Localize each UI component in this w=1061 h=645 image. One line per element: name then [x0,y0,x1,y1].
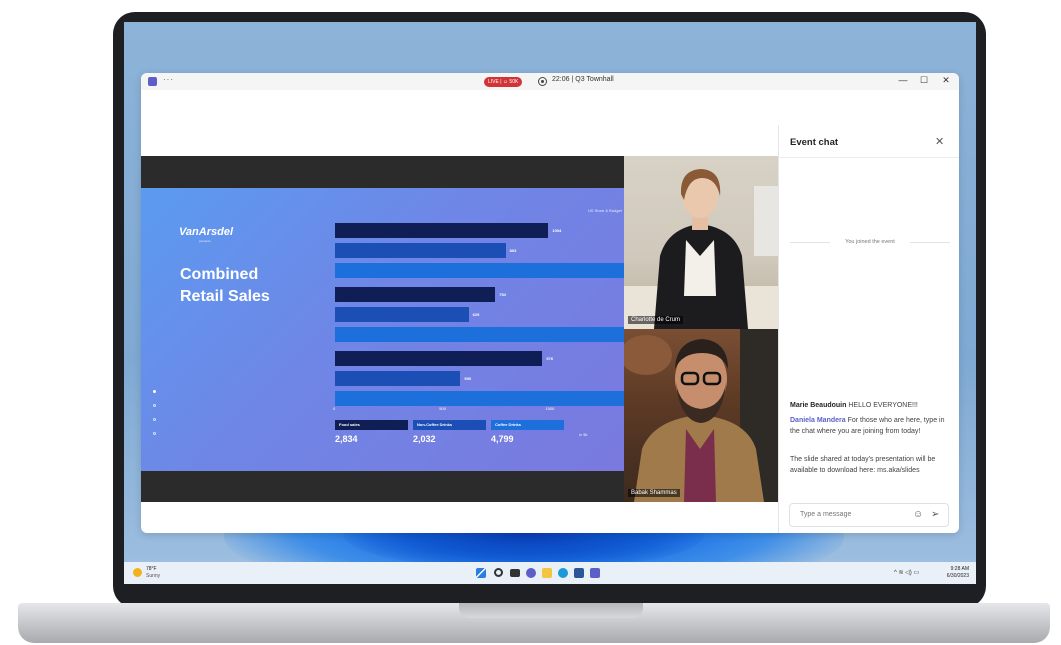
chart-bar [335,287,496,302]
chat-message: The slide shared at today's presentation… [790,454,954,476]
weather-condition[interactable]: Sunny [146,573,160,579]
message-text: HELLO EVERYONE!!! [848,402,918,409]
maximize-button[interactable]: ☐ [918,75,930,86]
bar-value-label: 1004 [552,228,562,233]
edge-icon[interactable] [558,568,568,578]
minimize-button[interactable]: — [897,75,909,85]
system-tray[interactable]: ^ ≋ ◁) ▭ [894,569,919,576]
bar-value-label: 754 [499,292,506,297]
meeting-stage: VanArsdel presents Combined Retail Sales… [141,156,778,502]
desktop-scene: ··· LIVE | ☺ 50K 22:06 | Q3 Townhall — ☐… [0,0,1061,645]
x-tick-label: 0 [333,406,336,411]
shared-slide: VanArsdel presents Combined Retail Sales… [141,188,624,471]
chat-app-icon[interactable] [526,568,536,578]
meeting-name: Q3 Townhall [575,76,614,83]
legend-entry: Coffee Drinks [491,420,564,430]
slide-title: Combined Retail Sales [180,266,270,305]
sun-icon[interactable] [133,568,142,577]
slide-brand: VanArsdel [179,226,234,238]
weather-temperature[interactable]: 78°F [146,566,157,572]
compose-box[interactable]: ☺ ➢ [789,503,949,527]
legend-total: 2,032 [413,434,436,444]
video-tile-2[interactable]: Babak Shammas [624,329,778,502]
clock-date[interactable]: 6/30/2023 [935,573,969,579]
bar-value-label: 590 [464,376,472,381]
laptop-notch [459,603,643,618]
message-input[interactable] [800,511,900,518]
slide-dot[interactable] [153,432,156,435]
slide-dot[interactable] [153,404,156,407]
chart-bar [335,263,624,278]
chat-message: Daniela Mandera For those who are here, … [790,415,954,437]
title-bar: ··· LIVE | ☺ 50K 22:06 | Q3 Townhall — ☐… [141,73,959,90]
bar-value-label: 629 [472,312,480,317]
file-explorer-icon[interactable] [542,568,552,578]
bar-value-label: 803 [509,248,517,253]
record-icon [538,77,547,86]
chart-unit: in $k [579,432,588,437]
event-chat-panel: Event chat ✕ You joined the event Marie … [778,125,959,533]
chat-title: Event chat [790,137,839,148]
search-icon[interactable] [494,568,503,577]
video-tile-1[interactable]: Charlotte de Crum [624,156,778,329]
chat-message: Marie Beaudouin HELLO EVERYONE!!! [790,400,954,411]
participant-name-2: Babak Shammas [628,489,680,497]
message-sender: Daniela Mandera [790,417,846,424]
store-icon[interactable] [574,568,584,578]
slide-tag: US Store & Budget [588,208,622,213]
start-icon[interactable] [476,568,486,578]
bar-value-label: 976 [546,356,554,361]
chart-bar [335,243,506,258]
meeting-title: 22:06 | Q3 Townhall [552,76,614,83]
legend-entry: Non-Coffee Drinks [413,420,486,430]
chart-bar [335,371,461,386]
legend-total: 2,834 [335,434,358,444]
participant-video-2 [624,329,778,502]
close-chat-button[interactable]: ✕ [935,135,944,148]
x-tick-label: 500 [439,406,446,411]
message-sender: Marie Beaudouin [790,402,847,409]
slide-dot[interactable] [153,390,156,393]
clock-time[interactable]: 9:28 AM [935,566,969,572]
slide-pagination[interactable] [153,390,156,446]
teams-logo-icon[interactable] [148,77,157,86]
chart-bar [335,327,624,342]
live-badge: LIVE | ☺ 50K [484,77,523,87]
chart-bar [335,223,549,238]
slide-brand-subtitle: presents [199,239,211,243]
participant-name-1: Charlotte de Crum [628,316,684,324]
more-options-button[interactable]: ··· [163,75,174,84]
message-text: The slide shared at today's presentation… [790,456,936,474]
meeting-duration: 22:06 [552,76,570,83]
joined-notice: You joined the event [790,239,950,245]
legend-entry: Food sales [335,420,408,430]
title-separator: | [571,76,574,83]
chart-bar [335,307,469,322]
taskbar: 78°F Sunny ^ ≋ ◁) ▭ 9:28 AM 6/30/2023 [124,562,976,584]
send-icon[interactable]: ➢ [931,509,939,520]
teams-window: ··· LIVE | ☺ 50K 22:06 | Q3 Townhall — ☐… [141,73,959,533]
legend-total: 4,799 [491,434,514,444]
participant-video-1 [624,169,778,329]
chat-divider [779,157,959,158]
slide-dot[interactable] [153,418,156,421]
close-window-button[interactable]: ✕ [940,75,952,86]
teams-taskbar-icon[interactable] [590,568,600,578]
x-tick-label: 1000 [545,406,555,411]
chart-bar [335,351,543,366]
chart-bar [335,391,624,406]
emoji-icon[interactable]: ☺ [913,509,923,520]
task-view-icon[interactable] [510,569,520,577]
